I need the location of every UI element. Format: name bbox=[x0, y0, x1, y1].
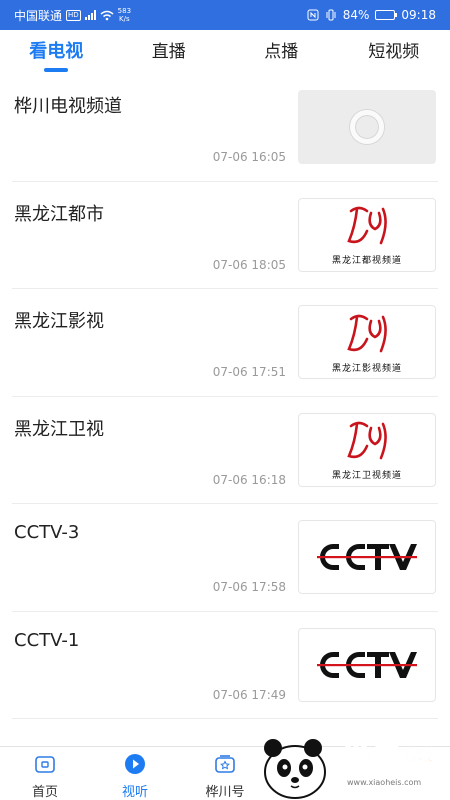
channel-time: 07-06 18:05 bbox=[212, 257, 286, 272]
thumbnail-caption: 黑龙江都视频道 bbox=[331, 256, 402, 266]
tab-live[interactable]: 直播 bbox=[113, 30, 226, 74]
battery-percent: 84% bbox=[342, 8, 370, 22]
nav-label: 视听 bbox=[121, 785, 148, 800]
channel-title: CCTV-1 bbox=[14, 629, 80, 651]
channel-thumbnail-placeholder bbox=[298, 90, 436, 164]
nav-audio-video[interactable]: 视听 bbox=[90, 747, 180, 800]
channel-time: 07-06 17:58 bbox=[212, 580, 286, 594]
channel-item[interactable]: CCTV-1 07-06 17:49 bbox=[12, 612, 438, 719]
home-icon bbox=[34, 753, 56, 775]
channel-title: 桦川电视频道 bbox=[14, 96, 122, 117]
channel-thumbnail: 黑龙江都视频道 bbox=[298, 197, 436, 272]
channel-time: 07-06 16:18 bbox=[212, 472, 286, 487]
tab-on-demand[interactable]: 点播 bbox=[225, 30, 338, 74]
channel-item[interactable]: 黑龙江都市 07-06 18:05 黑龙江都视频道 bbox=[12, 182, 438, 289]
nfc-icon bbox=[307, 9, 319, 21]
clock: 09:18 bbox=[401, 8, 436, 22]
battery-icon bbox=[375, 10, 398, 20]
hlj-tv-logo-icon bbox=[347, 314, 387, 352]
channel-thumbnail bbox=[298, 627, 436, 702]
channel-thumbnail: 黑龙江影视频道 bbox=[298, 305, 436, 379]
vibrate-icon bbox=[326, 9, 336, 21]
nav-label: 首页 bbox=[31, 785, 58, 800]
channel-item[interactable]: 黑龙江影视 07-06 17:51 黑龙江影视频道 bbox=[12, 289, 438, 397]
channel-title: CCTV-3 bbox=[14, 522, 80, 543]
watermark-brand: 小黑 bbox=[340, 735, 403, 772]
watermark-url: www.xiaoheis.com bbox=[347, 778, 422, 787]
channel-item[interactable]: 桦川电视频道 07-06 16:05 bbox=[12, 74, 438, 182]
play-icon bbox=[124, 753, 146, 775]
hlj-tv-logo-icon bbox=[347, 421, 387, 460]
wifi-icon bbox=[100, 10, 114, 20]
hd-badge: HD bbox=[66, 9, 81, 21]
panda-mascot-icon bbox=[264, 739, 326, 799]
watermark-sub: 游戏 bbox=[403, 746, 434, 765]
tab-short-video[interactable]: 短视频 bbox=[338, 30, 450, 74]
star-icon bbox=[214, 753, 236, 775]
network-speed: 583 K/s bbox=[117, 7, 132, 23]
cctv-logo-icon bbox=[317, 544, 417, 570]
channel-title: 黑龙江都市 bbox=[14, 203, 104, 225]
channel-time: 07-06 17:51 bbox=[212, 365, 286, 379]
status-bar: 中国联通 HD 583 K/s 84% 09:18 bbox=[0, 0, 450, 30]
channel-title: 黑龙江影视 bbox=[14, 311, 104, 332]
channel-thumbnail bbox=[298, 520, 436, 594]
top-tabs: 看电视 直播 点播 短视频 bbox=[0, 30, 450, 74]
hlj-tv-logo-icon bbox=[347, 206, 387, 245]
cctv-logo-icon bbox=[317, 651, 417, 678]
thumbnail-caption: 黑龙江卫视频道 bbox=[331, 471, 402, 481]
loading-ring-icon bbox=[350, 110, 384, 144]
nav-label: 桦川号 bbox=[205, 785, 245, 800]
channel-time: 07-06 17:49 bbox=[212, 687, 286, 702]
signal-icon bbox=[84, 10, 96, 20]
channel-time: 07-06 16:05 bbox=[212, 150, 286, 164]
channel-title: 黑龙江卫视 bbox=[14, 418, 104, 440]
carrier-name: 中国联通 bbox=[14, 8, 63, 23]
thumbnail-caption: 黑龙江影视频道 bbox=[331, 363, 402, 374]
watermark: 小黑 游戏 www.xiaoheis.com bbox=[255, 726, 450, 800]
tab-watch-tv[interactable]: 看电视 bbox=[0, 30, 113, 74]
nav-home[interactable]: 首页 bbox=[0, 747, 90, 800]
channel-list: 桦川电视频道 07-06 16:05 黑龙江都市 07-06 18:05 黑龙江… bbox=[0, 74, 450, 746]
channel-item[interactable]: 黑龙江卫视 07-06 16:18 黑龙江卫视频道 bbox=[12, 397, 438, 504]
channel-thumbnail: 黑龙江卫视频道 bbox=[298, 412, 436, 487]
channel-item[interactable]: CCTV-3 07-06 17:58 bbox=[12, 504, 438, 612]
